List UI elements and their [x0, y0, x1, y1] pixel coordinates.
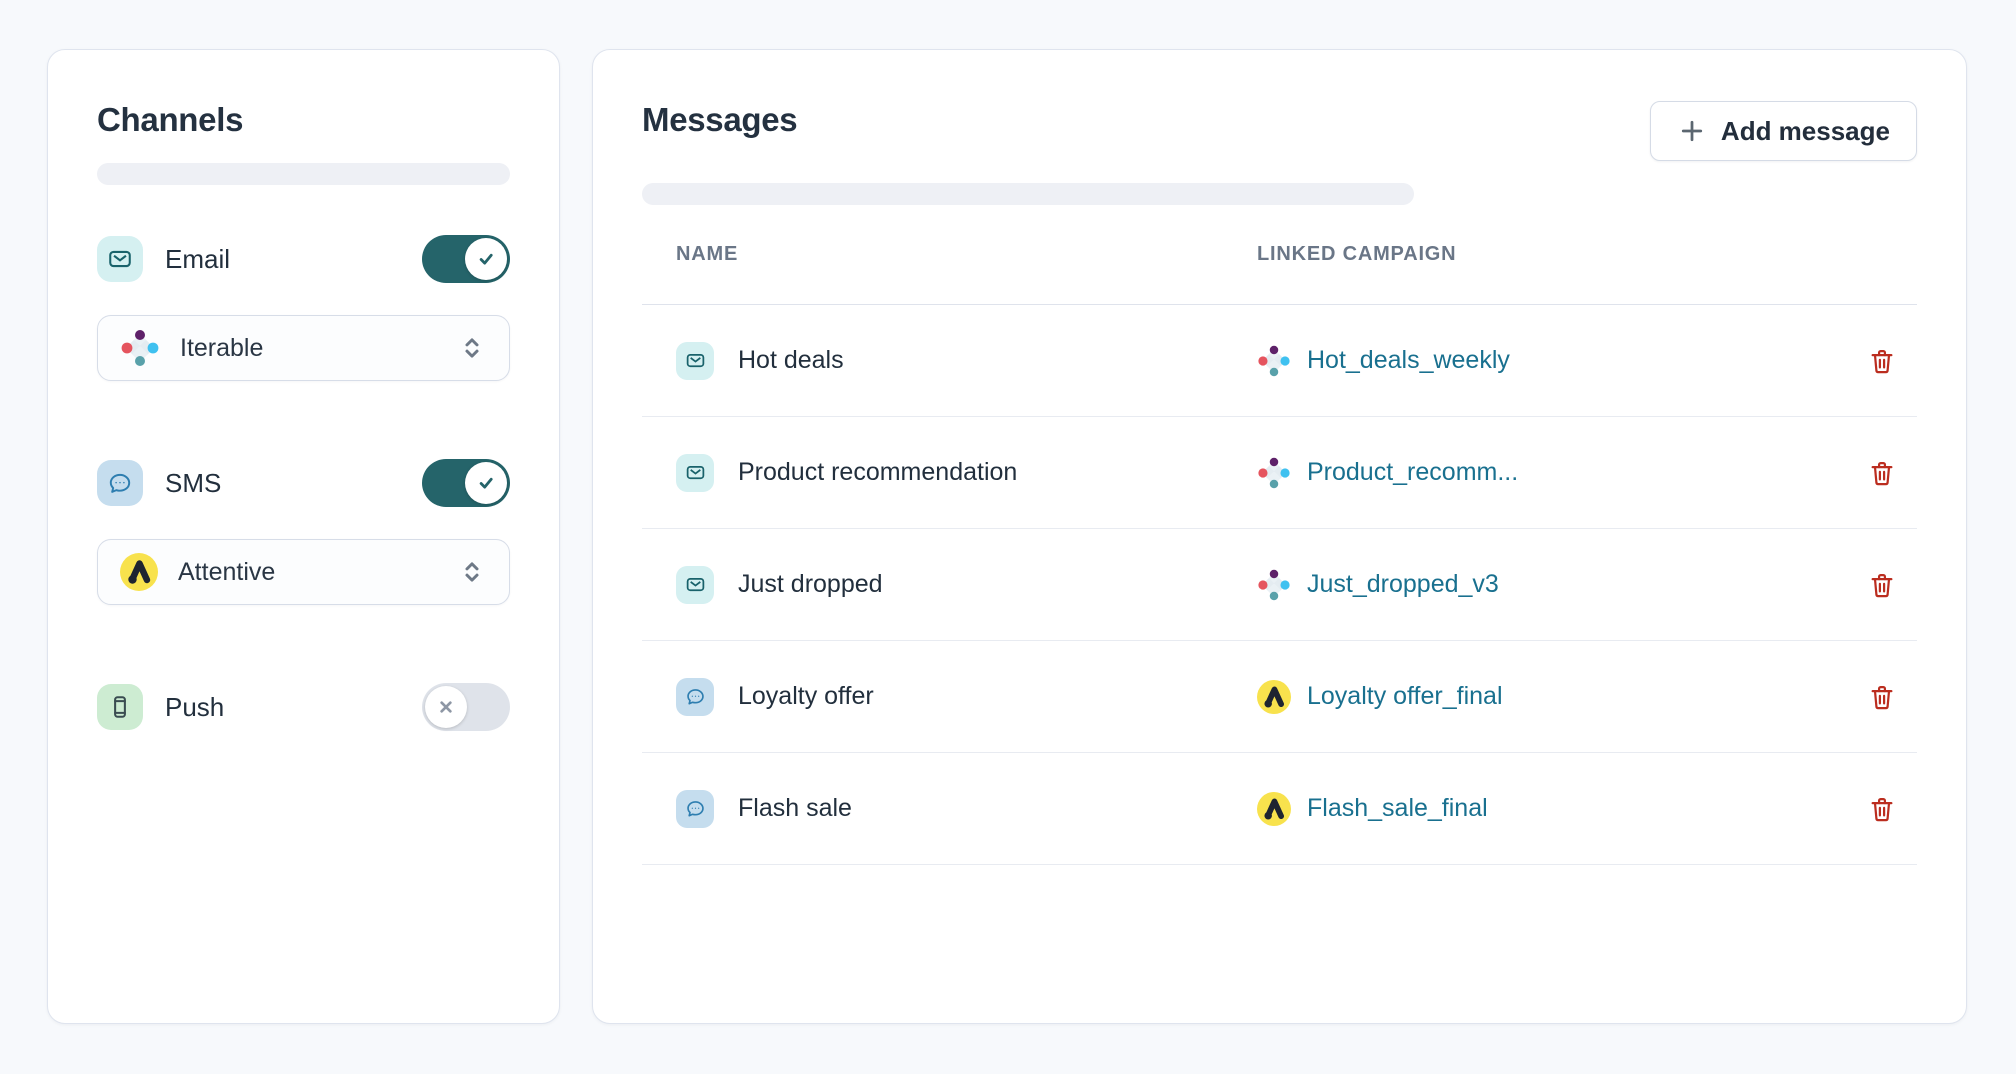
- channel-row-push: Push: [97, 683, 510, 731]
- attentive-logo: [1257, 680, 1291, 714]
- table-row: Hot deals Hot_deals_weekly: [642, 305, 1917, 417]
- sms-icon: [685, 686, 706, 707]
- iterable-logo: [1257, 568, 1291, 602]
- sms-icon: [685, 798, 706, 819]
- delete-message-button[interactable]: [1847, 683, 1917, 711]
- sms-badge: [97, 460, 143, 506]
- trash-icon: [1868, 571, 1896, 599]
- channel-group-push: Push: [97, 683, 510, 731]
- table-row: Loyalty offer Loyalty offer_final: [642, 641, 1917, 753]
- sms-badge: [676, 678, 714, 716]
- add-message-button[interactable]: Add message: [1650, 101, 1917, 161]
- channel-label-push: Push: [165, 692, 224, 723]
- push-toggle[interactable]: [422, 683, 510, 731]
- campaign-link[interactable]: Flash_sale_final: [1307, 794, 1488, 823]
- sms-toggle[interactable]: [422, 459, 510, 507]
- plus-icon: [1677, 116, 1707, 146]
- email-icon: [685, 462, 706, 483]
- column-header-linked-campaign: LINKED CAMPAIGN: [1257, 243, 1847, 266]
- message-name-cell: Hot deals: [676, 342, 1257, 380]
- message-name: Just dropped: [738, 570, 883, 599]
- trash-icon: [1868, 347, 1896, 375]
- linked-campaign-cell: Flash_sale_final: [1257, 792, 1847, 826]
- channels-panel: Channels Email: [47, 49, 560, 1024]
- iterable-logo: [1257, 456, 1291, 490]
- campaign-link[interactable]: Product_recomm...: [1307, 458, 1518, 487]
- attentive-logo: [1257, 792, 1291, 826]
- message-name-cell: Flash sale: [676, 790, 1257, 828]
- delete-message-button[interactable]: [1847, 459, 1917, 487]
- email-toggle[interactable]: [422, 235, 510, 283]
- trash-icon: [1868, 683, 1896, 711]
- x-icon: [433, 694, 459, 720]
- channel-row-email: Email: [97, 235, 510, 283]
- email-icon: [107, 246, 133, 272]
- email-badge: [676, 454, 714, 492]
- email-toggle-knob: [465, 238, 507, 280]
- channel-label-email: Email: [165, 244, 230, 275]
- push-icon: [107, 694, 133, 720]
- sms-provider-select[interactable]: Attentive: [97, 539, 510, 605]
- email-icon: [685, 574, 706, 595]
- table-row: Flash sale Flash_sale_final: [642, 753, 1917, 865]
- push-toggle-knob: [425, 686, 467, 728]
- sms-toggle-knob: [465, 462, 507, 504]
- table-row: Just dropped Just_dropped_v3: [642, 529, 1917, 641]
- delete-message-button[interactable]: [1847, 795, 1917, 823]
- iterable-logo: [120, 328, 160, 368]
- messages-skeleton-bar: [642, 183, 1414, 205]
- linked-campaign-cell: Just_dropped_v3: [1257, 568, 1847, 602]
- linked-campaign-cell: Hot_deals_weekly: [1257, 344, 1847, 378]
- channel-group-email: Email: [97, 235, 510, 381]
- sms-badge: [676, 790, 714, 828]
- delete-message-button[interactable]: [1847, 347, 1917, 375]
- email-icon: [685, 350, 706, 371]
- message-name-cell: Loyalty offer: [676, 678, 1257, 716]
- sms-icon: [107, 470, 133, 496]
- messages-panel: Messages Add message NAME LINKED CAMPAIG…: [592, 49, 1967, 1024]
- message-name: Hot deals: [738, 346, 844, 375]
- message-name-cell: Product recommendation: [676, 454, 1257, 492]
- channel-row-sms: SMS: [97, 459, 510, 507]
- email-badge: [97, 236, 143, 282]
- messages-title: Messages: [642, 99, 797, 141]
- message-name: Loyalty offer: [738, 682, 874, 711]
- email-provider-select[interactable]: Iterable: [97, 315, 510, 381]
- channels-skeleton-bar: [97, 163, 510, 185]
- trash-icon: [1868, 459, 1896, 487]
- delete-message-button[interactable]: [1847, 571, 1917, 599]
- check-icon: [473, 246, 499, 272]
- email-badge: [676, 342, 714, 380]
- trash-icon: [1868, 795, 1896, 823]
- campaign-link[interactable]: Hot_deals_weekly: [1307, 346, 1510, 375]
- email-provider-name: Iterable: [180, 334, 263, 363]
- table-header-row: NAME LINKED CAMPAIGN: [642, 243, 1917, 305]
- table-row: Product recommendation Product_recomm...: [642, 417, 1917, 529]
- channel-label-sms: SMS: [165, 468, 221, 499]
- channels-title: Channels: [97, 99, 510, 141]
- page: Channels Email: [0, 0, 2016, 1074]
- channel-group-sms: SMS Attentive: [97, 459, 510, 605]
- linked-campaign-cell: Product_recomm...: [1257, 456, 1847, 490]
- push-badge: [97, 684, 143, 730]
- attentive-logo: [120, 553, 158, 591]
- message-name: Flash sale: [738, 794, 852, 823]
- message-name-cell: Just dropped: [676, 566, 1257, 604]
- messages-header: Messages Add message: [642, 99, 1917, 161]
- campaign-link[interactable]: Loyalty offer_final: [1307, 682, 1503, 711]
- iterable-logo: [1257, 344, 1291, 378]
- message-name: Product recommendation: [738, 458, 1017, 487]
- check-icon: [473, 470, 499, 496]
- chevron-updown-icon: [457, 557, 487, 587]
- column-header-name: NAME: [676, 243, 1257, 266]
- chevron-updown-icon: [457, 333, 487, 363]
- linked-campaign-cell: Loyalty offer_final: [1257, 680, 1847, 714]
- email-badge: [676, 566, 714, 604]
- messages-table: NAME LINKED CAMPAIGN Hot deals: [642, 243, 1917, 865]
- campaign-link[interactable]: Just_dropped_v3: [1307, 570, 1499, 599]
- add-message-label: Add message: [1721, 116, 1890, 147]
- sms-provider-name: Attentive: [178, 558, 275, 587]
